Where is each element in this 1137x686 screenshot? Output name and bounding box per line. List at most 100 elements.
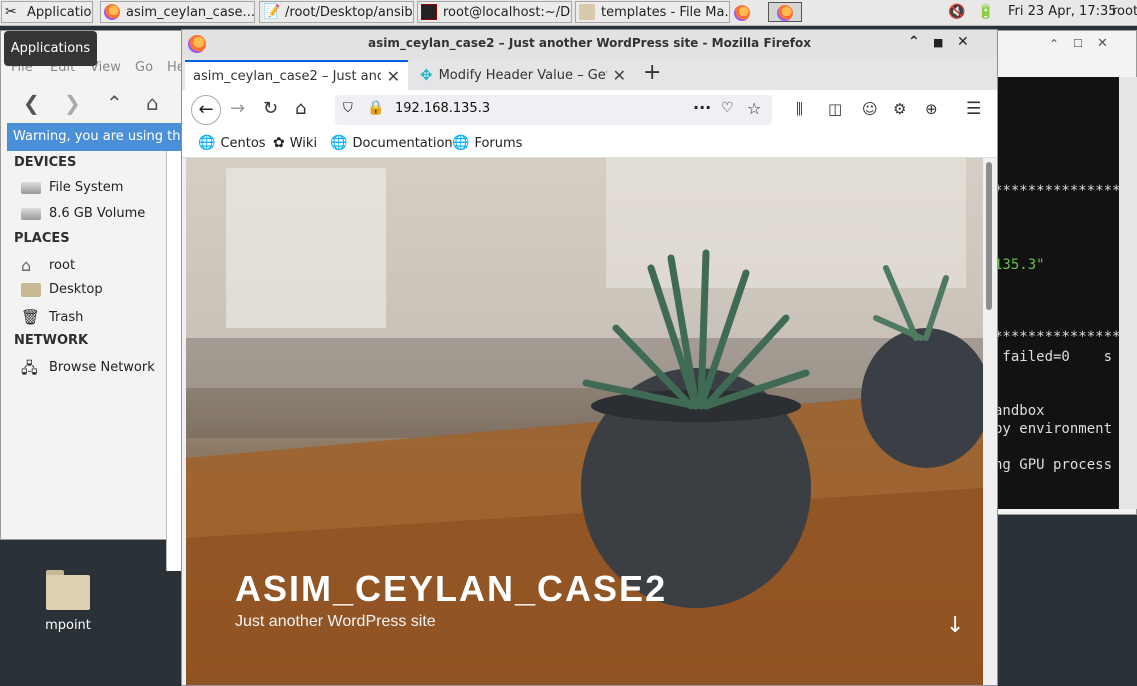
bookmark-label: Wiki — [289, 135, 318, 151]
places-heading: PLACES — [14, 231, 70, 246]
maximize-icon[interactable]: ☐ — [1073, 37, 1083, 50]
sidebar-item-root[interactable]: ⌂ root — [21, 256, 76, 275]
applications-label: Applications — [27, 4, 92, 20]
task-terminal[interactable]: root@localhost:~/D... — [417, 1, 572, 23]
scroll-down-arrow-icon[interactable]: ↓ — [946, 613, 964, 638]
menu-go[interactable]: Go — [135, 60, 153, 75]
site-title[interactable]: ASIM_CEYLAN_CASE2 — [235, 568, 667, 610]
close-icon[interactable]: ✕ — [1097, 36, 1108, 51]
back-icon[interactable]: ← — [191, 95, 221, 125]
tab-label: asim_ceylan_case2 – Just another WordPre… — [193, 68, 381, 84]
firefox-icon — [777, 5, 793, 21]
up-icon[interactable]: ⌃ — [106, 91, 123, 115]
desktop-icon-mpoint[interactable]: mpoint — [38, 570, 98, 633]
drive-icon — [21, 181, 41, 194]
desktop-icon-label: mpoint — [45, 618, 91, 633]
terminal-scrollbar[interactable] — [1119, 77, 1137, 509]
extension-icon[interactable]: ⚙ — [893, 100, 906, 118]
terminal-line: failed=0 s — [994, 349, 1113, 365]
window-title: asim_ceylan_case2 – Just another WordPre… — [367, 36, 812, 50]
back-icon[interactable]: ❮ — [23, 91, 40, 115]
task-label: root@localhost:~/D... — [443, 4, 572, 20]
minimize-icon[interactable]: ⌃ — [908, 34, 920, 50]
sidebar-item-label: Browse Network — [49, 359, 155, 375]
page-actions-icon[interactable]: ··· — [693, 98, 711, 117]
sidebar-item-label: root — [49, 257, 76, 273]
user-menu[interactable]: root — [1112, 4, 1137, 19]
terminal-icon — [421, 4, 437, 20]
task-text-editor[interactable]: 📝 /root/Desktop/ansib... — [259, 1, 414, 23]
minimize-icon[interactable]: ⌃ — [1049, 37, 1059, 51]
pocket-icon[interactable]: ♡ — [721, 100, 734, 116]
sidebar-item-label: File System — [49, 180, 124, 195]
sidebar-item-volume[interactable]: 8.6 GB Volume — [21, 206, 145, 221]
library-icon[interactable]: ⫼ — [796, 100, 803, 118]
bookmark-documentation[interactable]: 🌐 Documentation — [330, 135, 453, 151]
terminal-line: ***************** — [994, 183, 1119, 199]
close-tab-icon[interactable]: ✕ — [613, 66, 626, 85]
close-icon[interactable]: ✕ — [957, 34, 969, 50]
bookmark-label: Documentation — [352, 135, 453, 151]
sidebar-item-trash[interactable]: 🗑 Trash — [21, 308, 83, 326]
home-icon[interactable]: ⌂ — [295, 98, 306, 119]
bookmark-star-icon[interactable]: ☆ — [747, 99, 761, 118]
close-tab-icon[interactable]: ✕ — [387, 67, 400, 86]
reload-icon[interactable]: ↻ — [263, 98, 278, 119]
bookmarks-toolbar: 🌐 Centos ✿ Wiki 🌐 Documentation 🌐 Forums — [182, 130, 997, 158]
task-firefox[interactable]: asim_ceylan_case... — [100, 1, 255, 23]
tab-wordpress-site[interactable]: asim_ceylan_case2 – Just another WordPre… — [185, 60, 408, 90]
clock[interactable]: Fri 23 Apr, 17:35 — [1008, 4, 1117, 19]
bookmark-forums[interactable]: 🌐 Forums — [452, 135, 522, 151]
scrollbar-thumb[interactable] — [986, 162, 992, 310]
sidebar-item-file-system[interactable]: File System — [21, 180, 123, 195]
globe-extension-icon[interactable]: ⊕ — [925, 100, 938, 118]
folder-icon — [579, 4, 595, 20]
menu-icon[interactable]: ☰ — [966, 99, 981, 119]
bookmark-label: Forums — [474, 135, 523, 151]
sidebar-item-desktop[interactable]: Desktop — [21, 282, 103, 297]
page-scrollbar[interactable] — [983, 158, 997, 685]
tab-label: Modify Header Value – Get this Extension — [438, 67, 607, 83]
firefox-launcher-active[interactable] — [768, 2, 802, 22]
site-tagline: Just another WordPress site — [235, 613, 436, 630]
terminal-line: andbox — [994, 403, 1045, 419]
globe-icon: 🌐 — [452, 135, 470, 151]
insecure-lock-icon[interactable]: 🔒 — [367, 100, 384, 116]
new-tab-icon[interactable]: + — [643, 60, 661, 85]
applications-menu-button[interactable]: ✂ Applications — [1, 1, 93, 23]
battery-icon[interactable]: 🔋 — [977, 4, 994, 20]
window-titlebar[interactable]: asim_ceylan_case2 – Just another WordPre… — [182, 30, 997, 58]
page-content[interactable]: ASIM_CEYLAN_CASE2 Just another WordPress… — [186, 158, 983, 685]
volume-muted-icon[interactable]: 🔇 — [948, 4, 965, 20]
firefox-icon — [104, 4, 120, 20]
url-text[interactable]: 192.168.135.3 — [395, 101, 490, 116]
bookmark-centos[interactable]: 🌐 Centos — [198, 135, 266, 151]
maximize-icon[interactable]: ■ — [933, 36, 943, 49]
sidebar-item-browse-network[interactable]: 🖧 Browse Network — [21, 358, 155, 377]
devices-heading: DEVICES — [14, 155, 77, 170]
tab-modify-header[interactable]: ✥ Modify Header Value – Get this Extensi… — [412, 60, 634, 90]
terminal-output[interactable]: ***************** 135.3" ***************… — [991, 77, 1119, 509]
bookmark-wiki[interactable]: ✿ Wiki — [273, 135, 317, 151]
sidebar-item-label: Desktop — [49, 282, 103, 297]
navigation-toolbar: ← → ↻ ⌂ ⛉ 🔒 192.168.135.3 ··· ♡ ☆ ⫼ ◫ ☺ … — [182, 90, 997, 130]
network-icon: 🖧 — [21, 359, 38, 377]
home-folder-icon: ⌂ — [21, 256, 32, 275]
url-bar[interactable]: ⛉ 🔒 192.168.135.3 ··· ♡ ☆ — [335, 95, 772, 125]
firefox-launcher-icon[interactable] — [734, 5, 750, 21]
folder-icon — [46, 570, 90, 610]
task-label: /root/Desktop/ansib... — [285, 4, 414, 20]
task-label: asim_ceylan_case... — [126, 4, 255, 20]
account-icon[interactable]: ☺ — [862, 100, 878, 118]
applications-tooltip: Applications — [4, 31, 97, 66]
task-file-manager[interactable]: templates - File Ma... — [575, 1, 730, 23]
forward-icon[interactable]: ❯ — [64, 91, 81, 115]
forward-icon[interactable]: → — [230, 98, 245, 119]
home-icon[interactable]: ⌂ — [146, 91, 159, 115]
shield-icon[interactable]: ⛉ — [343, 101, 353, 116]
terminal-window: ⌃ ☐ ✕ ***************** 135.3" *********… — [990, 30, 1137, 515]
sidebar-icon[interactable]: ◫ — [828, 100, 842, 118]
terminal-line: py environment — [994, 421, 1113, 437]
drive-icon — [21, 207, 41, 220]
trash-icon: 🗑 — [21, 308, 41, 326]
